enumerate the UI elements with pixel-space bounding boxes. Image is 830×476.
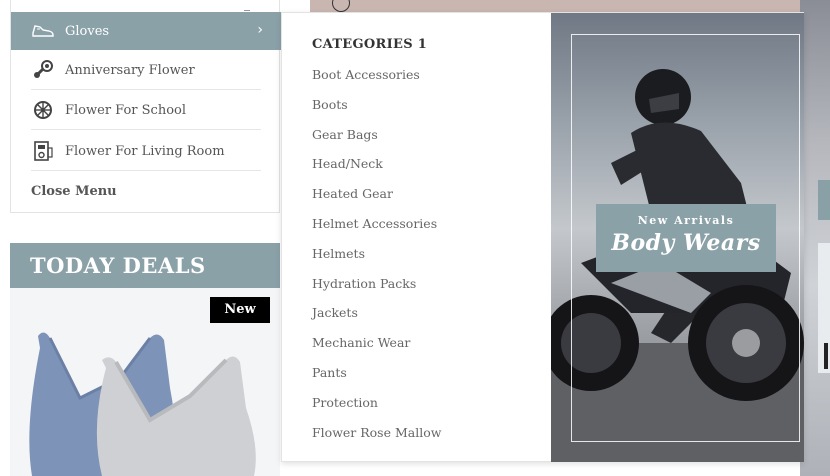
close-menu-link[interactable]: Close Menu [11, 176, 281, 206]
background-banner-top [310, 0, 830, 12]
banner-edge-block [818, 243, 830, 373]
vertical-menu-item-label: Anniversary Flower [65, 62, 195, 78]
category-link[interactable]: Helmets [312, 246, 441, 276]
category-link[interactable]: Pants [312, 365, 441, 395]
vertical-menu-item-label: Gloves [65, 23, 110, 39]
category-list: Boot Accessories Boots Gear Bags Head/Ne… [312, 67, 441, 454]
category-link[interactable]: Gear Bags [312, 127, 441, 157]
mega-menu-dropdown: CATEGORIES 1 Boot Accessories Boots Gear… [281, 12, 804, 462]
promo-banner[interactable]: New Arrivals Body Wears [551, 13, 804, 462]
category-link[interactable]: Mechanic Wear [312, 335, 441, 365]
menu-divider [31, 170, 261, 171]
circle-icon [332, 0, 350, 12]
vertical-menu-item-flower-for-school[interactable]: Flower For School [11, 90, 281, 130]
promo-title: Body Wears [611, 230, 761, 256]
vertical-menu-item-label: Flower For Living Room [65, 143, 225, 159]
steam-icon [31, 60, 55, 80]
today-deals-heading: TODAY DEALS [10, 243, 280, 288]
shoe-icon [31, 21, 55, 41]
promo-label: New Arrivals Body Wears [596, 204, 776, 272]
category-link[interactable]: Jackets [312, 305, 441, 335]
today-deals-product-image[interactable]: New [10, 288, 280, 476]
new-badge: New [210, 297, 270, 323]
device-icon [31, 141, 55, 161]
background-banner-right-edge [800, 0, 830, 476]
vertical-menu-item-anniversary-flower[interactable]: Anniversary Flower [11, 50, 281, 90]
promo-subtitle: New Arrivals [637, 214, 735, 227]
menu-divider [31, 129, 261, 130]
category-link[interactable]: Boots [312, 97, 441, 127]
wheel-icon [31, 100, 55, 120]
vertical-menu-item-flower-for-living-room[interactable]: Flower For Living Room [11, 131, 281, 171]
vertical-menu-item-label: Flower For School [65, 102, 187, 118]
vertical-category-menu: Gloves › Anniversary Flower Flower For S… [10, 0, 281, 213]
mega-menu-heading: CATEGORIES 1 [312, 37, 428, 52]
category-link[interactable]: Flower Rose Mallow [312, 425, 441, 455]
vertical-menu-item-gloves[interactable]: Gloves › [11, 12, 281, 50]
category-link[interactable]: Boot Accessories [312, 67, 441, 97]
category-link[interactable]: Heated Gear [312, 186, 441, 216]
category-link[interactable]: Head/Neck [312, 156, 441, 186]
banner-edge-block [818, 180, 830, 220]
category-link[interactable]: Protection [312, 395, 441, 425]
category-link[interactable]: Hydration Packs [312, 276, 441, 306]
chevron-right-icon: › [257, 22, 263, 38]
category-link[interactable]: Helmet Accessories [312, 216, 441, 246]
